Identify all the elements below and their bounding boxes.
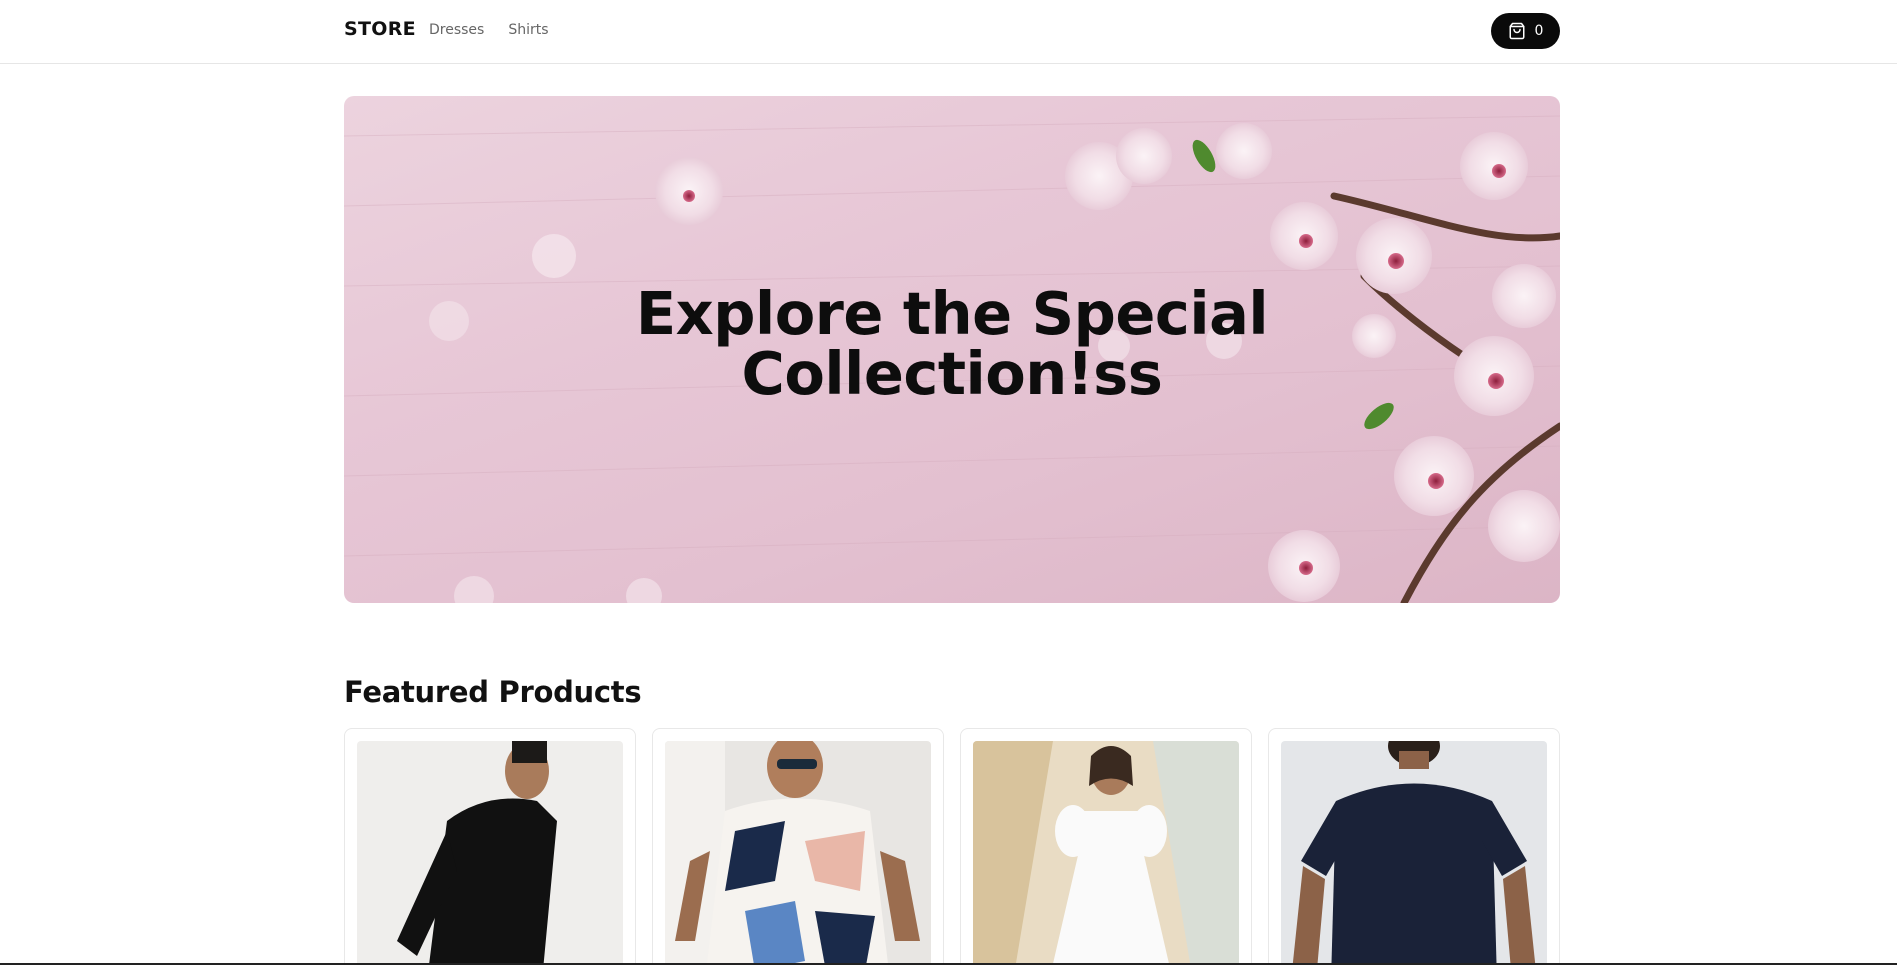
site-header: STORE Dresses Shirts 0 (0, 0, 1897, 64)
hero-banner: Explore the Special Collection!ss (344, 96, 1560, 603)
shopping-bag-icon (1508, 22, 1526, 40)
product-photo-navy-tshirt (1281, 741, 1547, 965)
nav-link-shirts[interactable]: Shirts (508, 22, 548, 38)
hero-title-line-1: Explore the Special (635, 279, 1269, 348)
product-card[interactable] (960, 728, 1252, 965)
cart-count: 0 (1534, 23, 1544, 39)
nav-link-dresses[interactable]: Dresses (429, 22, 484, 38)
hero-title: Explore the Special Collection!ss (344, 284, 1560, 404)
product-image[interactable] (1281, 741, 1547, 965)
hero-title-line-2: Collection!ss (741, 339, 1163, 408)
product-card[interactable] (652, 728, 944, 965)
product-card[interactable] (1268, 728, 1560, 965)
product-image[interactable] (357, 741, 623, 965)
product-photo-black-tshirt (357, 741, 623, 965)
product-photo-white-dress (973, 741, 1239, 965)
cart-button[interactable]: 0 (1491, 13, 1560, 49)
store-logo[interactable]: STORE (344, 18, 416, 40)
product-grid (344, 728, 1560, 965)
product-image[interactable] (973, 741, 1239, 965)
featured-products-heading: Featured Products (344, 675, 642, 709)
product-photo-print-shirt (665, 741, 931, 965)
product-card[interactable] (344, 728, 636, 965)
product-image[interactable] (665, 741, 931, 965)
main-nav: Dresses Shirts (429, 22, 549, 38)
